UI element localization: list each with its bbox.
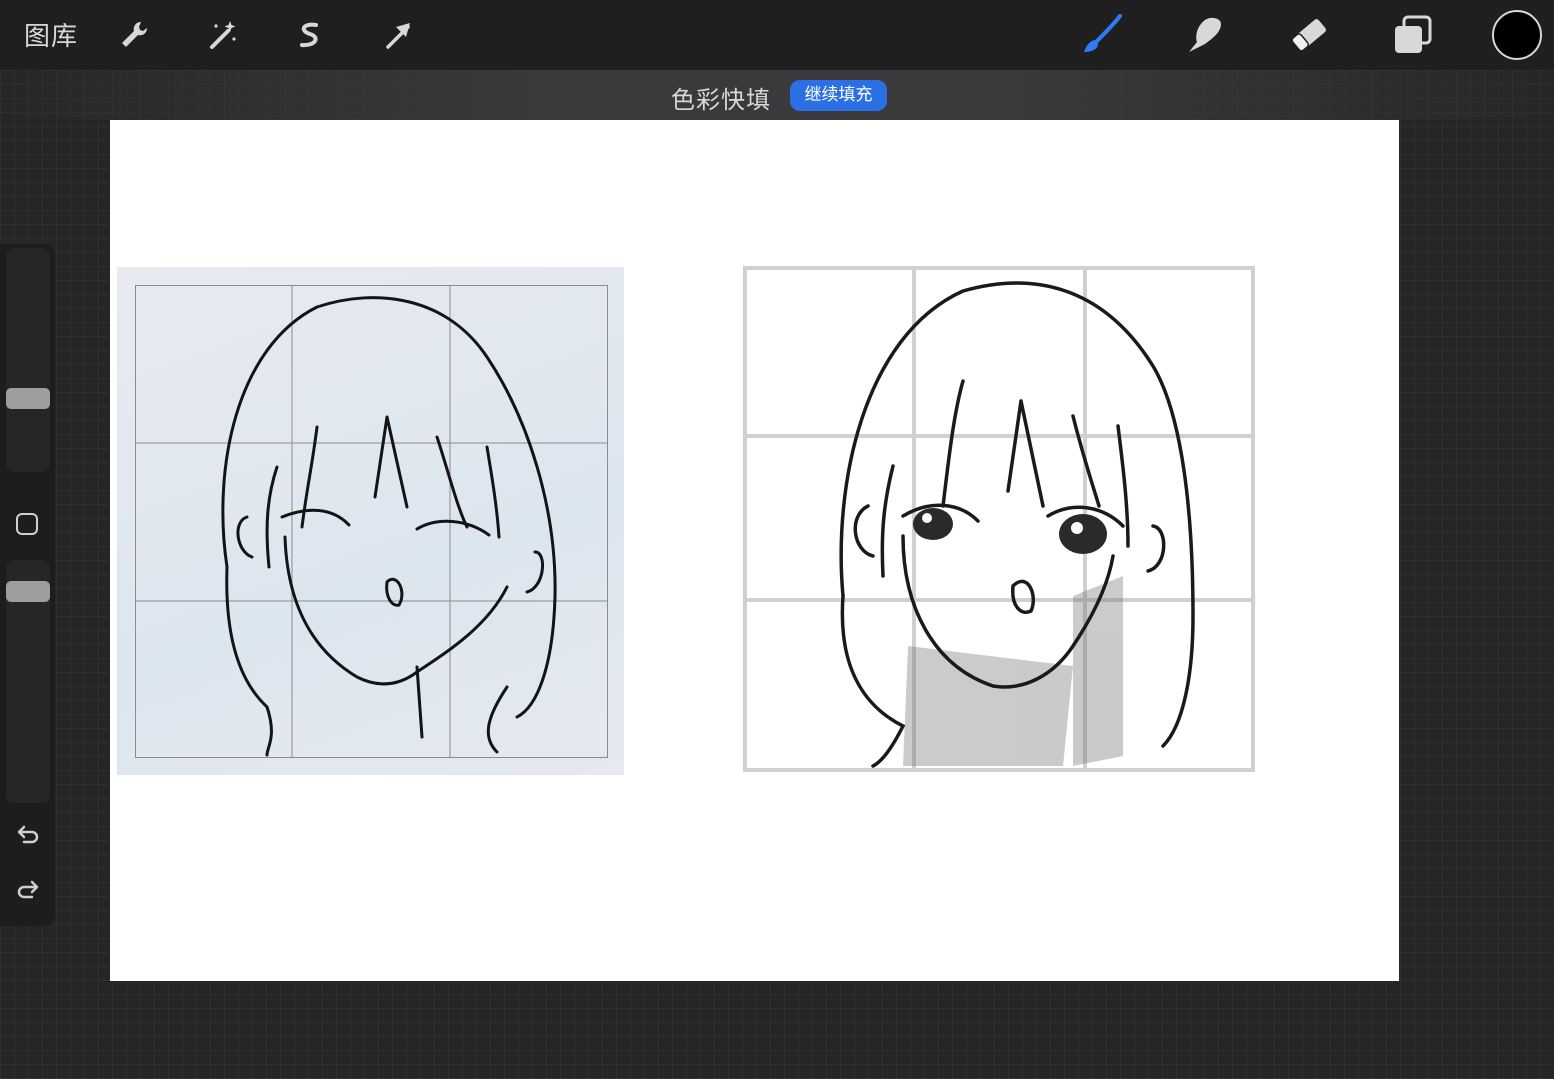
gallery-button[interactable]: 图库 (24, 16, 78, 53)
left-sidebar (0, 244, 55, 926)
drawing-canvas[interactable] (110, 120, 1399, 981)
magic-wand-icon[interactable] (204, 17, 240, 53)
opacity-knob[interactable] (6, 581, 50, 602)
continue-fill-button[interactable]: 继续填充 (790, 80, 887, 111)
colordrop-mode-label: 色彩快填 (671, 86, 771, 114)
smudge-icon[interactable] (1183, 12, 1229, 58)
top-toolbar: 图库 (0, 0, 1554, 70)
reference-sketch-image (117, 267, 624, 775)
brush-size-knob[interactable] (6, 388, 50, 409)
pencil-drawing-image (743, 266, 1255, 772)
transform-arrow-icon[interactable] (380, 17, 416, 53)
undo-icon[interactable] (14, 822, 42, 850)
redo-icon[interactable] (14, 877, 42, 905)
color-picker-swatch[interactable] (1492, 10, 1542, 60)
status-banner (0, 70, 1554, 120)
layers-icon[interactable] (1390, 12, 1436, 58)
reference-face-lineart (135, 285, 608, 758)
modify-button[interactable] (16, 513, 38, 535)
pencil-face-drawing (743, 266, 1255, 772)
brush-icon[interactable] (1080, 12, 1126, 58)
eraser-icon[interactable] (1286, 12, 1332, 58)
selection-s-icon[interactable] (292, 17, 328, 53)
brush-size-slider[interactable] (6, 248, 50, 472)
wrench-icon[interactable] (116, 17, 152, 53)
